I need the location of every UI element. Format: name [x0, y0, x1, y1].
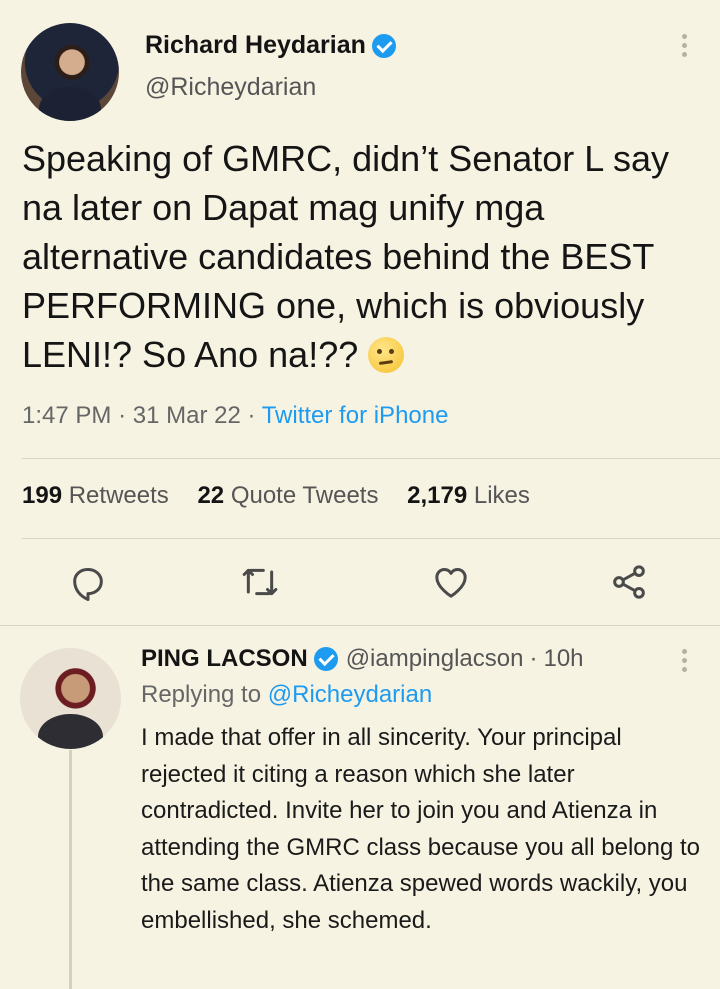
tweet-date[interactable]: 31 Mar 22 — [133, 402, 241, 429]
quote-tweets-stat[interactable]: 22 Quote Tweets — [197, 482, 378, 509]
tweet-source[interactable]: Twitter for iPhone — [262, 402, 449, 429]
tweet-text: Speaking of GMRC, didn’t Senator L say n… — [22, 134, 712, 379]
reply-author-avatar[interactable] — [20, 648, 121, 749]
verified-badge-icon — [313, 647, 338, 671]
divider — [0, 625, 720, 626]
avatar-figure — [38, 713, 103, 749]
tweet-meta: 1:47 PM · 31 Mar 22 · Twitter for iPhone — [22, 402, 448, 430]
rolling-eyes-emoji-icon — [368, 337, 405, 373]
likes-stat[interactable]: 2,179 Likes — [407, 482, 530, 509]
divider — [22, 538, 720, 539]
reply-author-handle[interactable]: @iampinglacson — [346, 645, 524, 673]
replying-to-prefix: Replying to — [141, 681, 262, 708]
retweet-icon[interactable] — [240, 562, 280, 602]
retweets-stat[interactable]: 199 Retweets — [22, 482, 169, 509]
reply-icon[interactable] — [68, 562, 108, 602]
tweet-time[interactable]: 1:47 PM — [22, 402, 111, 429]
avatar-figure — [38, 86, 102, 121]
tweet-stats: 199 Retweets 22 Quote Tweets 2,179 Likes — [22, 482, 552, 510]
author-name[interactable]: Richard Heydarian — [145, 31, 366, 60]
reply-text: I made that offer in all sincerity. Your… — [141, 724, 700, 934]
author-avatar[interactable] — [21, 23, 119, 121]
share-icon[interactable] — [609, 562, 649, 602]
meta-separator: · — [118, 402, 127, 429]
author-name-row: Richard Heydarian — [145, 31, 396, 60]
more-options-icon[interactable] — [682, 649, 688, 676]
like-icon[interactable] — [431, 562, 471, 602]
tweet-body: Speaking of GMRC, didn’t Senator L say n… — [22, 138, 669, 375]
reply-age[interactable]: 10h — [543, 645, 583, 673]
divider — [22, 458, 720, 459]
meta-separator: · — [247, 402, 256, 429]
author-handle[interactable]: @Richeydarian — [145, 73, 316, 102]
replying-to-mention[interactable]: @Richeydarian — [268, 681, 432, 708]
thread-line — [69, 750, 72, 989]
verified-badge-icon — [371, 33, 396, 58]
meta-separator: · — [529, 645, 538, 672]
author-handle-row: @Richeydarian — [145, 73, 316, 102]
reply-author-name[interactable]: PING LACSON — [141, 645, 308, 673]
reply-header: PING LACSON @iampinglacson · 10h — [141, 645, 584, 673]
replying-to: Replying to @Richeydarian — [141, 681, 432, 709]
more-options-icon[interactable] — [682, 34, 688, 61]
